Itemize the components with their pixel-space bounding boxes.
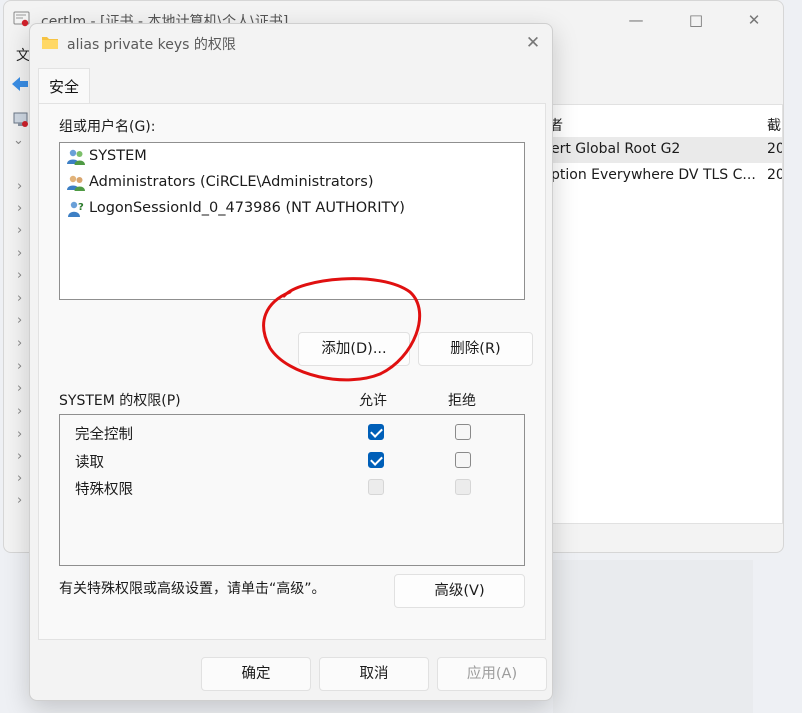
full-control-allow-checkbox[interactable] bbox=[368, 424, 384, 440]
remove-button[interactable]: 删除(R) bbox=[418, 332, 533, 366]
chevron-right-icon[interactable]: › bbox=[17, 291, 22, 306]
chevron-right-icon[interactable]: › bbox=[17, 336, 22, 351]
minimize-icon[interactable]: — bbox=[624, 9, 648, 31]
users-icon bbox=[67, 149, 85, 165]
chevron-right-icon[interactable]: › bbox=[17, 223, 22, 238]
chevron-right-icon[interactable]: › bbox=[17, 404, 22, 419]
chevron-right-icon[interactable]: › bbox=[17, 359, 22, 374]
desktop-area bbox=[553, 560, 753, 713]
advanced-hint-text: 有关特殊权限或高级设置，请单击“高级”。 bbox=[59, 581, 326, 597]
apply-button[interactable]: 应用(A) bbox=[437, 657, 547, 691]
deny-header: 拒绝 bbox=[448, 393, 476, 409]
dialog-title: alias private keys 的权限 bbox=[67, 37, 236, 53]
unknown-user-icon: ? bbox=[68, 201, 84, 217]
svg-text:?: ? bbox=[78, 202, 84, 213]
add-button[interactable]: 添加(D)... bbox=[298, 332, 410, 366]
maximize-icon[interactable]: □ bbox=[684, 9, 708, 31]
chevron-right-icon[interactable]: › bbox=[17, 201, 22, 216]
special-deny-checkbox bbox=[455, 479, 471, 495]
security-tab-panel: 组或用户名(G): SYSTEM Administrators (CiRCLE\… bbox=[38, 103, 546, 640]
read-deny-checkbox[interactable] bbox=[455, 452, 471, 468]
chevron-right-icon[interactable]: › bbox=[17, 449, 22, 464]
user-name: SYSTEM bbox=[89, 148, 147, 164]
list-item-logonsession[interactable]: ? LogonSessionId_0_473986 (NT AUTHORITY) bbox=[66, 198, 516, 220]
certificate-row[interactable]: ption Everywhere DV TLS C... 20 bbox=[535, 163, 782, 189]
certificate-date: 20 bbox=[767, 141, 782, 157]
certificate-icon bbox=[13, 11, 30, 27]
group-users-label: 组或用户名(G): bbox=[59, 119, 156, 135]
users-icon bbox=[67, 175, 85, 191]
permission-special: 特殊权限 bbox=[75, 482, 133, 498]
certificate-row[interactable]: ert Global Root G2 20 bbox=[535, 137, 782, 163]
certificate-name: ert Global Root G2 bbox=[551, 141, 681, 157]
permissions-list: 完全控制 读取 特殊权限 bbox=[59, 414, 525, 566]
chevron-right-icon[interactable]: › bbox=[17, 471, 22, 486]
permissions-label: SYSTEM 的权限(P) bbox=[59, 393, 181, 409]
list-item-administrators[interactable]: Administrators (CiRCLE\Administrators) bbox=[66, 172, 516, 194]
permission-read: 读取 bbox=[75, 455, 104, 471]
allow-header: 允许 bbox=[359, 393, 387, 409]
full-control-deny-checkbox[interactable] bbox=[455, 424, 471, 440]
advanced-button[interactable]: 高级(V) bbox=[394, 574, 525, 608]
folder-icon bbox=[42, 37, 58, 49]
chevron-right-icon[interactable]: › bbox=[17, 246, 22, 261]
user-name: LogonSessionId_0_473986 (NT AUTHORITY) bbox=[89, 200, 405, 216]
ok-button[interactable]: 确定 bbox=[201, 657, 311, 691]
cancel-button[interactable]: 取消 bbox=[319, 657, 429, 691]
chevron-right-icon[interactable]: › bbox=[17, 268, 22, 283]
back-arrow-icon[interactable] bbox=[10, 75, 30, 93]
computer-icon[interactable] bbox=[12, 111, 30, 129]
permissions-dialog: alias private keys 的权限 ✕ 安全 组或用户名(G): SY… bbox=[29, 23, 553, 701]
column-header-expiry[interactable]: 截 bbox=[767, 115, 781, 135]
chevron-right-icon[interactable]: › bbox=[17, 313, 22, 328]
chevron-right-icon[interactable]: › bbox=[17, 427, 22, 442]
menu-file[interactable]: 文 bbox=[16, 45, 30, 65]
chevron-right-icon[interactable]: › bbox=[17, 493, 22, 508]
close-icon[interactable]: ✕ bbox=[521, 31, 545, 55]
chevron-right-icon[interactable]: › bbox=[17, 179, 22, 194]
list-item-system[interactable]: SYSTEM bbox=[66, 146, 516, 168]
read-allow-checkbox[interactable] bbox=[368, 452, 384, 468]
certificate-name: ption Everywhere DV TLS C... bbox=[551, 167, 756, 183]
special-allow-checkbox bbox=[368, 479, 384, 495]
tab-security[interactable]: 安全 bbox=[38, 68, 90, 104]
certificate-date: 20 bbox=[767, 167, 782, 183]
chevron-down-icon[interactable]: ⌄ bbox=[13, 133, 24, 148]
close-icon[interactable]: ✕ bbox=[742, 9, 766, 31]
users-listbox[interactable]: SYSTEM Administrators (CiRCLE\Administra… bbox=[59, 142, 525, 300]
permission-full-control: 完全控制 bbox=[75, 427, 133, 443]
chevron-right-icon[interactable]: › bbox=[17, 381, 22, 396]
user-name: Administrators (CiRCLE\Administrators) bbox=[89, 174, 374, 190]
